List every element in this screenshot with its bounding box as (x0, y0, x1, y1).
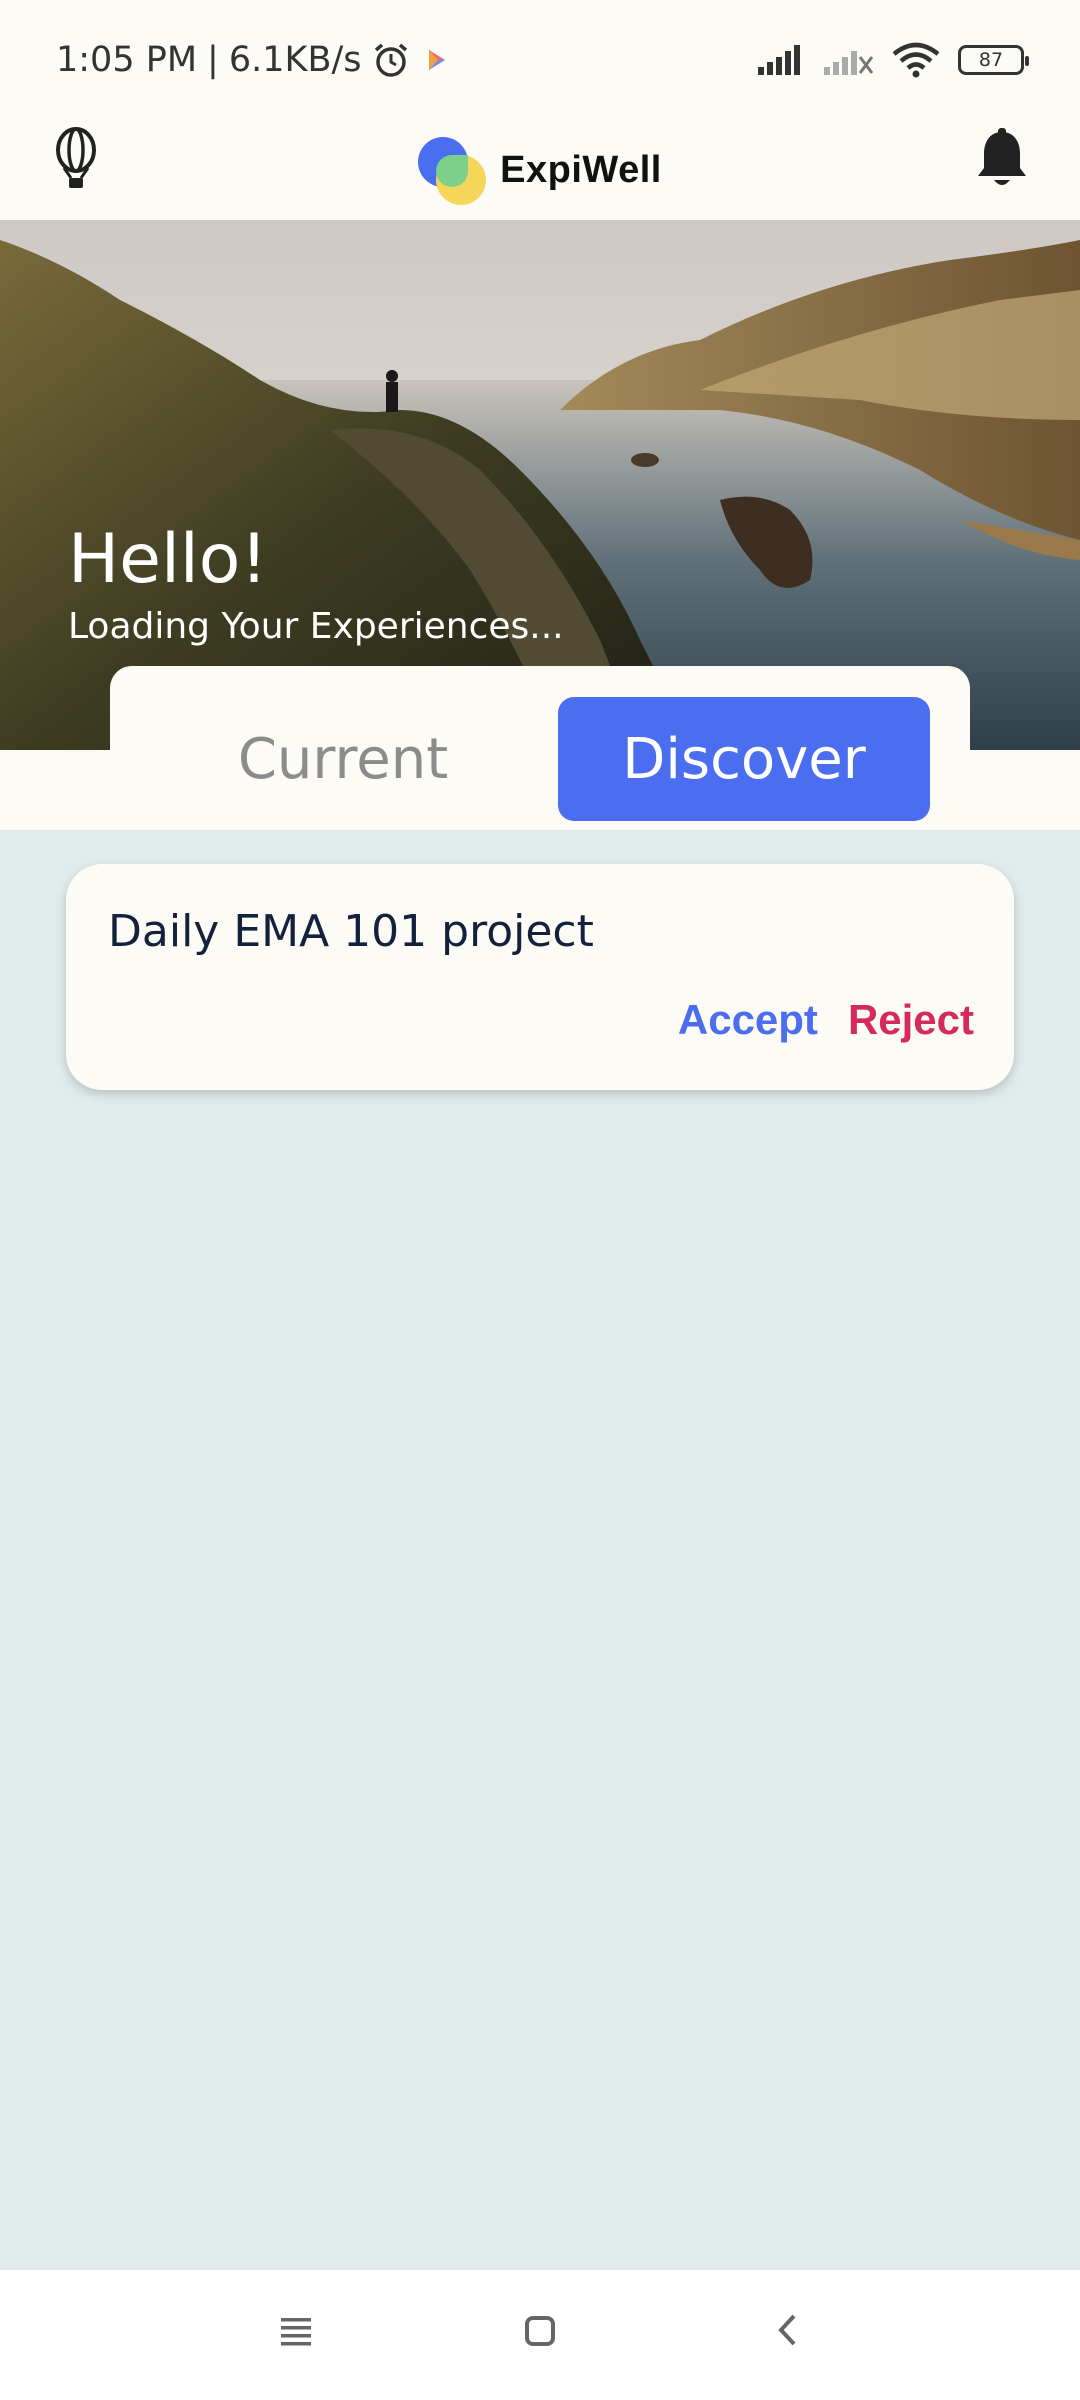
hero-subtitle: Loading Your Experiences... (68, 606, 564, 647)
project-title: Daily EMA 101 project (108, 906, 594, 957)
signal-off-icon (822, 43, 874, 77)
project-card: Daily EMA 101 project Accept Reject (66, 864, 1014, 1090)
tab-current[interactable]: Current (128, 697, 558, 821)
status-bar: 1:05 PM | 6.1KB/s 87 (0, 0, 1080, 120)
reject-button[interactable]: Reject (848, 996, 974, 1044)
status-network-speed: 6.1KB/s (228, 40, 362, 80)
accept-button[interactable]: Accept (678, 996, 818, 1044)
alarm-icon (371, 40, 411, 80)
app-name: ExpiWell (500, 148, 662, 191)
battery-icon: 87 (958, 45, 1029, 75)
app-header: ExpiWell (0, 120, 1080, 220)
recent-apps-icon[interactable] (278, 2310, 314, 2355)
tab-bar: Current Discover (110, 666, 970, 826)
status-right: 87 (756, 42, 1029, 78)
home-icon[interactable] (522, 2310, 558, 2355)
expiwell-logo-icon (418, 135, 488, 205)
status-left: 1:05 PM | 6.1KB/s (56, 40, 451, 80)
battery-level: 87 (978, 49, 1004, 71)
wifi-icon (892, 42, 940, 78)
hero-title: Hello! (68, 520, 268, 599)
play-store-icon (421, 45, 451, 75)
tab-discover[interactable]: Discover (558, 697, 930, 821)
back-icon[interactable] (770, 2310, 806, 2355)
bell-icon[interactable] (974, 126, 1030, 201)
status-separator: | (207, 40, 219, 80)
brand: ExpiWell (0, 120, 1080, 220)
status-time: 1:05 PM (56, 40, 198, 80)
project-actions: Accept Reject (678, 996, 974, 1044)
signal-icon (756, 43, 804, 77)
system-nav-bar (0, 2270, 1080, 2400)
